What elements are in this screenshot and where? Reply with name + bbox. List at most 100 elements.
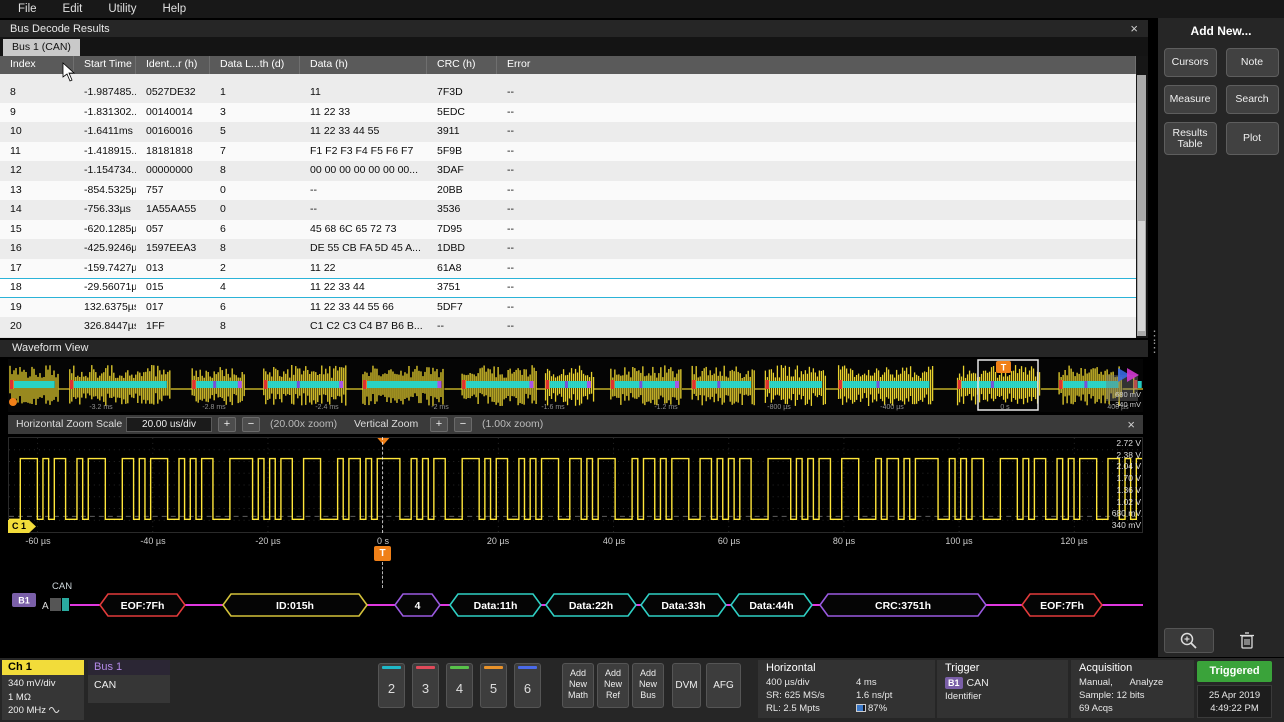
cell-id: 18181818 xyxy=(136,142,210,162)
cell-dlc: 8 xyxy=(210,161,300,181)
zoomed-waveform-graticule[interactable] xyxy=(8,437,1143,533)
cell-data: 11 22 xyxy=(300,259,427,279)
column-header[interactable]: CRC (h) xyxy=(427,56,497,74)
table-row[interactable]: 13-854.5325µs7570--20BB-- xyxy=(0,181,1136,201)
channel-2-button[interactable]: 2 xyxy=(378,663,405,708)
cell-index: 10 xyxy=(0,122,74,142)
bus-decode-track: CANB1AEOF:7FhID:015h4Data:11hData:22hDat… xyxy=(8,578,1143,630)
scrollbar-thumb[interactable] xyxy=(1138,221,1145,331)
add-new-cursors-button[interactable]: Cursors xyxy=(1164,48,1217,77)
add-new-bus-button[interactable]: AddNewBus xyxy=(632,663,664,708)
channel-color-strip xyxy=(518,666,537,669)
add-new-note-button[interactable]: Note xyxy=(1226,48,1279,77)
table-row[interactable]: 8-1.987485...0527DE321117F3D-- xyxy=(0,83,1136,103)
cell-crc: 61A8 xyxy=(427,259,497,279)
partial-packet-label: A xyxy=(42,601,49,612)
overview-time-label: -3.2 ms xyxy=(89,404,113,411)
menu-edit[interactable]: Edit xyxy=(63,3,83,15)
channel-6-button[interactable]: 6 xyxy=(514,663,541,708)
table-row[interactable]: 11-1.418915...181818187F1 F2 F3 F4 F5 F6… xyxy=(0,142,1136,162)
table-row[interactable]: 10-1.6411ms00160016511 22 33 44 553911-- xyxy=(0,122,1136,142)
cell-id: 757 xyxy=(136,181,210,201)
waveform-overview[interactable]: -3.2 ms-2.8 ms-2.4 ms-2 ms-1.6 ms-1.2 ms… xyxy=(8,359,1143,412)
horizontal-panel[interactable]: Horizontal 400 µs/div SR: 625 MS/s RL: 2… xyxy=(758,660,935,718)
table-row[interactable]: 16-425.9246µs1597EEA38DE 55 CB FA 5D 45 … xyxy=(0,239,1136,259)
cell-data: -- xyxy=(300,181,427,201)
time-axis-label: 0 s xyxy=(377,536,389,546)
column-header[interactable]: Data L...th (d) xyxy=(210,56,300,74)
menu-utility[interactable]: Utility xyxy=(108,3,136,15)
table-row[interactable]: 19132.6375µs017611 22 33 44 55 665DF7-- xyxy=(0,298,1136,318)
v-zoom-plus-button[interactable]: + xyxy=(430,417,448,432)
bus-packet-label: Data:11h xyxy=(474,600,518,612)
menu-file[interactable]: File xyxy=(18,3,37,15)
channel-3-button[interactable]: 3 xyxy=(412,663,439,708)
cell-dlc: 7 xyxy=(210,142,300,162)
v-zoom-minus-button[interactable]: − xyxy=(454,417,472,432)
afg-button[interactable]: AFG xyxy=(706,663,741,708)
cell-index: 14 xyxy=(0,200,74,220)
add-new-plot-button[interactable]: Plot xyxy=(1226,122,1279,155)
zoom-controls-bar: Horizontal Zoom Scale 20.00 us/div + − (… xyxy=(8,415,1143,434)
cell-start: -425.9246µs xyxy=(74,239,136,259)
table-row[interactable]: 9-1.831302...00140014311 22 335EDC-- xyxy=(0,103,1136,123)
column-header[interactable]: Error xyxy=(497,56,1136,74)
zoom-close-icon[interactable]: × xyxy=(1127,417,1135,432)
cell-dlc: 6 xyxy=(210,298,300,318)
ch1-waveform xyxy=(9,459,1142,520)
acq-mode-row: Manual, Analyze xyxy=(1079,676,1194,689)
trigger-mode: Identifier xyxy=(945,690,1068,703)
column-header[interactable]: Ident...r (h) xyxy=(136,56,210,74)
cell-dlc: 0 xyxy=(210,181,300,201)
h-zoom-plus-button[interactable]: + xyxy=(218,417,236,432)
magnifier-icon xyxy=(1178,631,1200,651)
close-icon[interactable]: × xyxy=(1130,22,1138,35)
trigger-source: B1CAN xyxy=(945,677,1068,690)
delete-button[interactable] xyxy=(1224,628,1270,653)
tab-bus1-can[interactable]: Bus 1 (CAN) xyxy=(3,39,80,56)
channel-number: 5 xyxy=(481,681,506,696)
column-header[interactable]: Start Time xyxy=(74,56,136,74)
add-new-ref-button[interactable]: AddNewRef xyxy=(597,663,629,708)
table-row[interactable]: 15-620.1285µs057645 68 6C 65 72 737D95-- xyxy=(0,220,1136,240)
add-new-measure-button[interactable]: Measure xyxy=(1164,85,1217,114)
table-row[interactable]: 17-159.7427µs013211 2261A8-- xyxy=(0,259,1136,279)
table-row[interactable]: 18-29.56071µs015411 22 33 443751-- xyxy=(0,278,1136,298)
add-new-math-button[interactable]: AddNewMath xyxy=(562,663,594,708)
cell-start: -29.56071µs xyxy=(74,278,136,298)
acquisition-title: Acquisition xyxy=(1079,662,1194,674)
panel-drag-handle[interactable]: ⋮⋮ xyxy=(1148,330,1158,356)
add-new-search-button[interactable]: Search xyxy=(1226,85,1279,114)
cell-index: 18 xyxy=(0,278,74,298)
acq-sample: Sample: 12 bits xyxy=(1079,689,1194,702)
add-new-results-table-button[interactable]: Results Table xyxy=(1164,122,1217,155)
menu-help[interactable]: Help xyxy=(162,3,186,15)
channel-4-button[interactable]: 4 xyxy=(446,663,473,708)
trigger-marker[interactable]: T xyxy=(374,546,391,561)
overview-time-label: -1.2 ms xyxy=(654,404,678,411)
cell-dlc: 5 xyxy=(210,122,300,142)
column-header[interactable]: Data (h) xyxy=(300,56,427,74)
zoom-magnifier-button[interactable] xyxy=(1164,628,1214,653)
bus-1-type: CAN xyxy=(88,675,170,703)
cell-error: -- xyxy=(497,317,1136,337)
acquisition-panel[interactable]: Acquisition Manual, Analyze Sample: 12 b… xyxy=(1071,660,1194,718)
horizontal-zoom-scale-value[interactable]: 20.00 us/div xyxy=(126,417,212,432)
h-zoom-minus-button[interactable]: − xyxy=(242,417,260,432)
table-row[interactable]: 14-756.33µs1A55AA550--3536-- xyxy=(0,200,1136,220)
bus-1-badge[interactable]: Bus 1 CAN xyxy=(88,660,170,703)
trigger-panel[interactable]: Trigger B1CAN Identifier xyxy=(937,660,1068,718)
bus-packet-label: 4 xyxy=(415,600,421,612)
channel-5-button[interactable]: 5 xyxy=(480,663,507,708)
channel-1-badge[interactable]: Ch 1 340 mV/div 1 MΩ 200 MHz xyxy=(2,660,84,720)
add-new-sidebar: Add New... CursorsNoteMeasureSearchResul… xyxy=(1158,18,1284,657)
dvm-button[interactable]: DVM xyxy=(672,663,701,708)
table-row[interactable]: 20326.8447µs1FF8C1 C2 C3 C4 B7 B6 B...--… xyxy=(0,317,1136,337)
datetime-display: 25 Apr 2019 4:49:22 PM xyxy=(1197,685,1272,718)
channel-color-strip xyxy=(484,666,503,669)
table-row[interactable]: 12-1.154734...00000000800 00 00 00 00 00… xyxy=(0,161,1136,181)
cell-error: -- xyxy=(497,220,1136,240)
cell-data: F1 F2 F3 F4 F5 F6 F7 xyxy=(300,142,427,162)
cell-index: 8 xyxy=(0,83,74,103)
table-scrollbar[interactable] xyxy=(1137,75,1146,336)
